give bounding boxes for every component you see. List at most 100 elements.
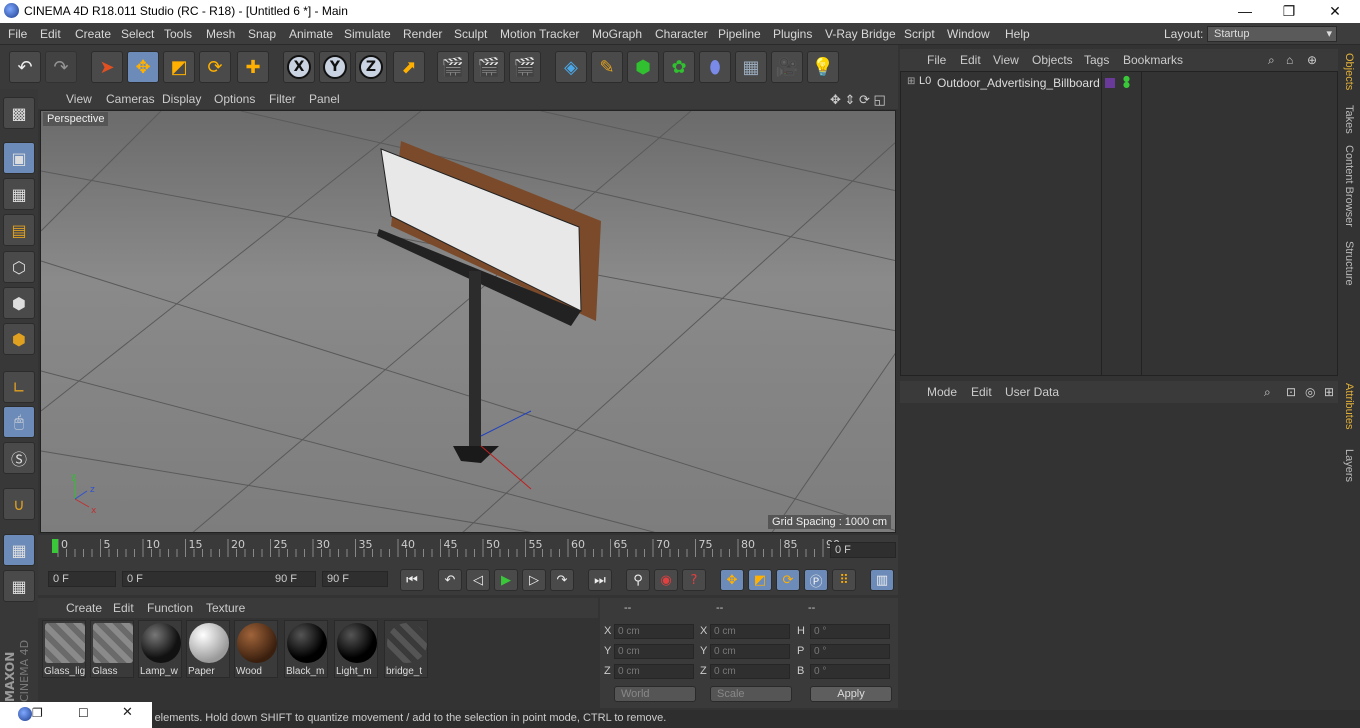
menu-help[interactable]: Help <box>1005 27 1030 41</box>
viewport-menu-display[interactable]: Display <box>162 92 201 106</box>
live-selection-button[interactable]: ➤ <box>91 51 123 83</box>
search-icon[interactable]: ⌕ <box>1268 53 1275 68</box>
current-frame-field[interactable]: 0 F <box>830 542 896 558</box>
pen-button[interactable]: ✎ <box>591 51 623 83</box>
apply-button[interactable]: Apply <box>810 686 892 702</box>
viewport-menu-panel[interactable]: Panel <box>309 92 340 106</box>
perspective-viewport[interactable]: y z x Perspective Grid Spacing : 1000 cm <box>40 110 896 533</box>
close-button[interactable]: ✕ <box>1312 0 1358 23</box>
objects-menu-file[interactable]: File <box>927 53 946 67</box>
tweak-mode-button[interactable]: 🖱 <box>3 406 35 438</box>
attributes-menu-user-data[interactable]: User Data <box>1005 385 1059 399</box>
menu-sculpt[interactable]: Sculpt <box>454 27 487 41</box>
rotation-p-field[interactable]: 0 ° <box>810 644 890 659</box>
attributes-menu-mode[interactable]: Mode <box>927 385 957 399</box>
make-editable-button[interactable]: ▩ <box>3 97 35 129</box>
rotation-h-field[interactable]: 0 ° <box>810 624 890 639</box>
position-y-field[interactable]: 0 cm <box>614 644 694 659</box>
menu-mesh[interactable]: Mesh <box>206 27 235 41</box>
material-menu-edit[interactable]: Edit <box>113 601 134 615</box>
undo-button[interactable]: ↶ <box>9 51 41 83</box>
key-pla-button[interactable]: ⠿ <box>832 569 856 591</box>
material-item[interactable]: Wood <box>234 620 278 678</box>
recent-tools-button[interactable]: ✚ <box>237 51 269 83</box>
render-picture-viewer-button[interactable]: 🎬 <box>473 51 505 83</box>
attributes-menu-edit[interactable]: Edit <box>971 385 992 399</box>
record-button[interactable]: ◉ <box>654 569 678 591</box>
camera-button[interactable]: 🎥 <box>771 51 803 83</box>
tab-structure[interactable]: Structure <box>1340 241 1358 297</box>
material-menu-texture[interactable]: Texture <box>206 601 245 615</box>
tab-takes[interactable]: Takes <box>1340 105 1358 139</box>
planar-workplane-button[interactable]: ▦ <box>3 570 35 602</box>
menu-vray-bridge[interactable]: V-Ray Bridge <box>825 27 896 41</box>
objects-menu-edit[interactable]: Edit <box>960 53 981 67</box>
rotate-tool-button[interactable]: ⟳ <box>199 51 231 83</box>
size-z-field[interactable]: 0 cm <box>710 664 790 679</box>
keyframe-selection-button[interactable]: ⚲ <box>626 569 650 591</box>
position-x-field[interactable]: 0 cm <box>614 624 694 639</box>
material-item[interactable]: Glass <box>90 620 134 678</box>
menu-plugins[interactable]: Plugins <box>773 27 812 41</box>
object-manager[interactable]: ⊞ L0 Outdoor_Advertising_Billboard ● ● <box>900 71 1338 376</box>
size-y-field[interactable]: 0 cm <box>710 644 790 659</box>
floor-button[interactable]: ▦ <box>735 51 767 83</box>
previous-key-button[interactable]: ↶ <box>438 569 462 591</box>
objects-menu-view[interactable]: View <box>993 53 1019 67</box>
restore-icon[interactable]: ❐ <box>32 706 43 720</box>
move-tool-button[interactable]: ✥ <box>127 51 159 83</box>
z-axis-button[interactable]: Z <box>355 51 387 83</box>
layout-select[interactable]: Startup ▾ <box>1207 26 1337 42</box>
menu-script[interactable]: Script <box>904 27 935 41</box>
autokey-button[interactable]: ? <box>682 569 706 591</box>
rotation-b-field[interactable]: 0 ° <box>810 664 890 679</box>
menu-snap[interactable]: Snap <box>248 27 276 41</box>
material-item[interactable]: Light_m <box>334 620 378 678</box>
close-icon[interactable]: ✕ <box>122 705 133 720</box>
material-item[interactable]: Black_m <box>284 620 328 678</box>
new-view-icon[interactable]: ⊕ <box>1307 53 1317 67</box>
tab-layers[interactable]: Layers <box>1340 449 1358 489</box>
end-frame-field[interactable]: 90 F <box>322 571 388 587</box>
magnet-button[interactable]: ∪ <box>3 488 35 520</box>
expand-icon[interactable]: ⊞ <box>907 76 915 87</box>
material-item[interactable]: Lamp_w <box>138 620 182 678</box>
menu-simulate[interactable]: Simulate <box>344 27 391 41</box>
menu-tools[interactable]: Tools <box>164 27 192 41</box>
visibility-dots-icon[interactable]: ● ● <box>1123 75 1130 89</box>
previous-frame-button[interactable]: ◁ <box>466 569 490 591</box>
minimize-button[interactable]: — <box>1222 0 1268 23</box>
timeline-ruler[interactable]: 051015202530354045505560657075808590 0 F <box>38 535 898 563</box>
locked-workplane-button[interactable]: ▦ <box>3 534 35 566</box>
world-select[interactable]: World <box>614 686 696 702</box>
key-scale-button[interactable]: ◩ <box>748 569 772 591</box>
axis-mode-button[interactable]: ∟ <box>3 371 35 403</box>
menu-pipeline[interactable]: Pipeline <box>718 27 761 41</box>
scale-select[interactable]: Scale <box>710 686 792 702</box>
material-item[interactable]: Glass_lig <box>42 620 86 678</box>
model-mode-button[interactable]: ▣ <box>3 142 35 174</box>
up-icon[interactable]: ⌂ <box>1286 53 1293 67</box>
timeline-button[interactable]: ▥ <box>870 569 894 591</box>
snap-button[interactable]: Ⓢ <box>3 442 35 474</box>
x-axis-button[interactable]: X <box>283 51 315 83</box>
objects-menu-tags[interactable]: Tags <box>1084 53 1109 67</box>
menu-character[interactable]: Character <box>655 27 708 41</box>
go-to-start-button[interactable]: ⏮ <box>400 569 424 591</box>
polygons-mode-button[interactable]: ⬢ <box>3 323 35 355</box>
material-item[interactable]: Paper <box>186 620 230 678</box>
menu-create[interactable]: Create <box>75 27 111 41</box>
objects-menu-bookmarks[interactable]: Bookmarks <box>1123 53 1183 67</box>
maximize-button[interactable]: ❐ <box>1266 0 1312 23</box>
maximize-icon[interactable]: ☐ <box>78 706 89 720</box>
subdivision-button[interactable]: ⬢ <box>627 51 659 83</box>
menu-animate[interactable]: Animate <box>289 27 333 41</box>
layer-color-swatch[interactable] <box>1105 78 1115 88</box>
search-icon[interactable]: ⌕ <box>1264 385 1271 400</box>
next-frame-button[interactable]: ▷ <box>522 569 546 591</box>
key-param-button[interactable]: Ⓟ <box>804 569 828 591</box>
render-view-button[interactable]: 🎬 <box>437 51 469 83</box>
go-to-end-button[interactable]: ⏭ <box>588 569 612 591</box>
menu-edit[interactable]: Edit <box>40 27 61 41</box>
next-key-button[interactable]: ↷ <box>550 569 574 591</box>
